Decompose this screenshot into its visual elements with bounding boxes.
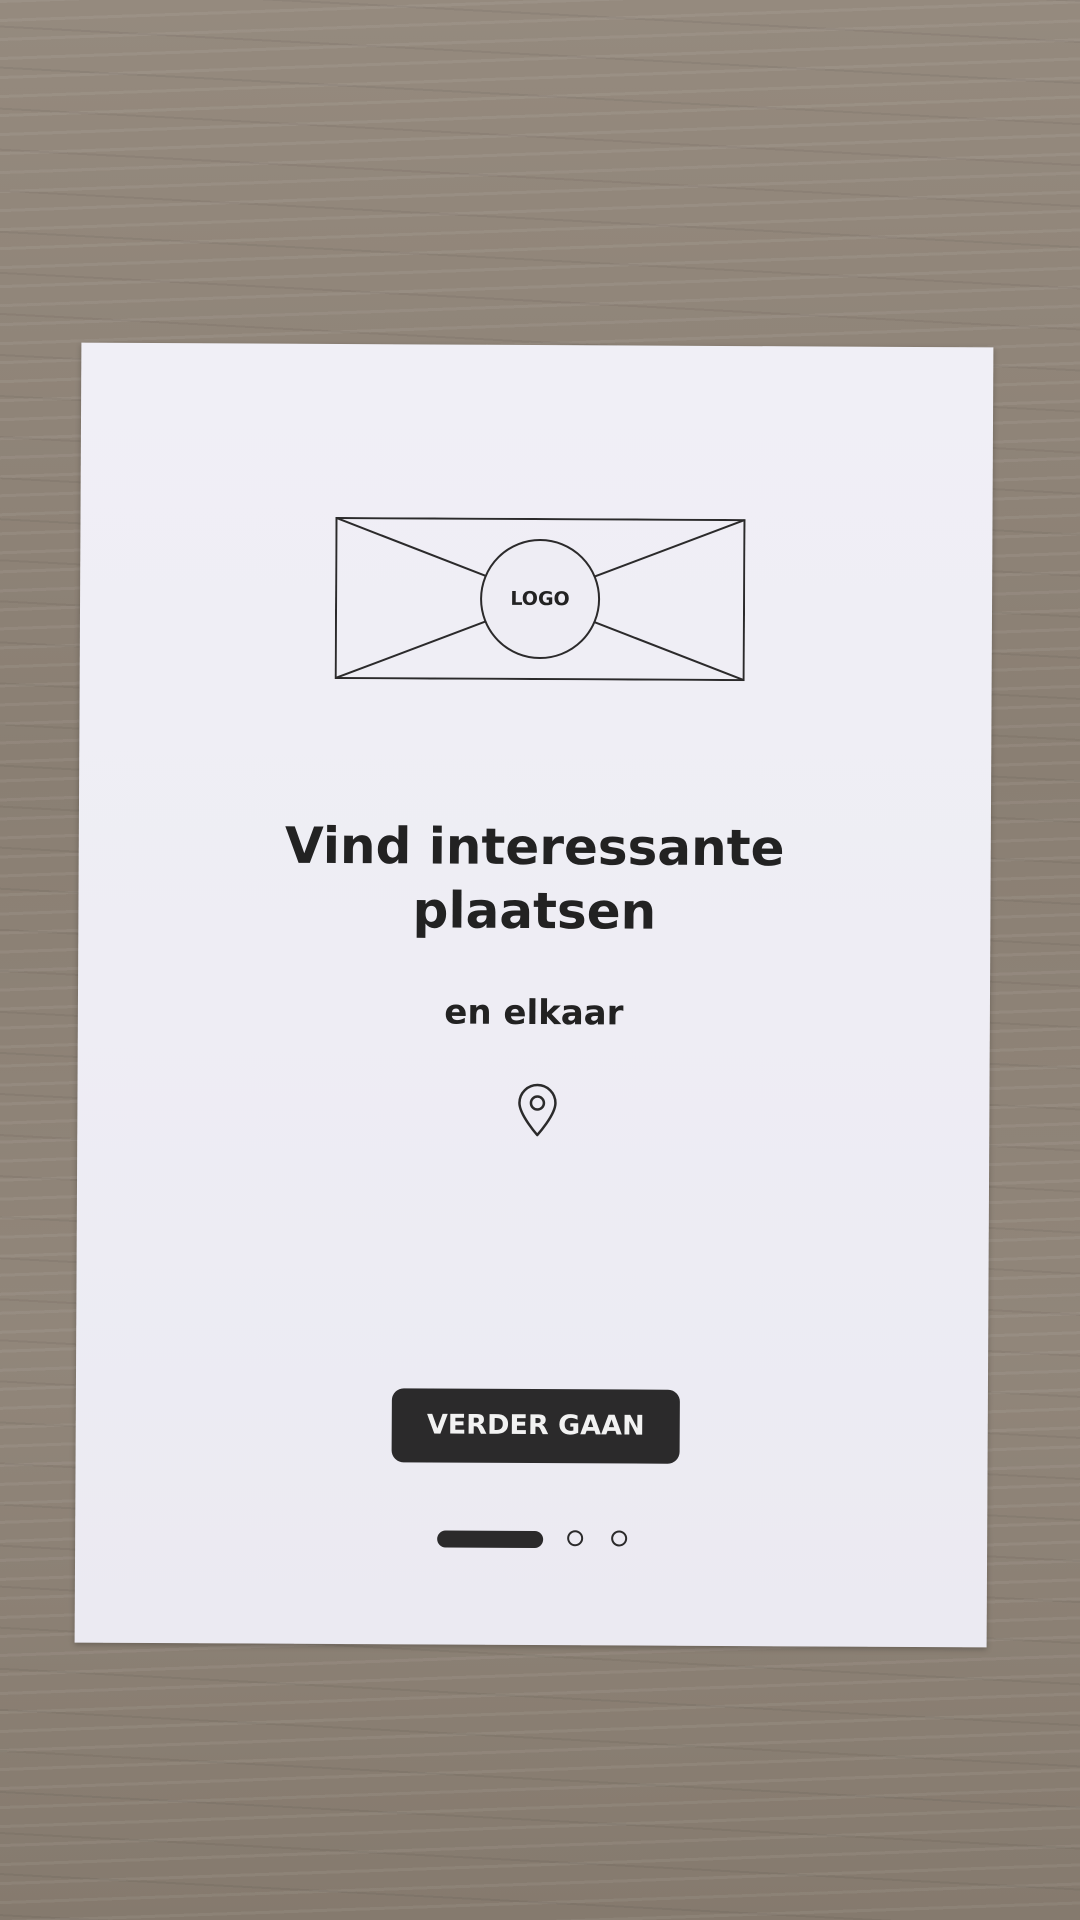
headline-line-2: plaatsen [412,881,657,941]
page-title: Vind interessante plaatsen [178,813,891,945]
logo-placeholder: LOGO [334,516,746,682]
headline-line-1: Vind interessante [284,816,785,878]
page-subtitle: en elkaar [444,992,624,1034]
page-indicator-dot-2[interactable] [567,1530,584,1547]
location-pin-icon [515,1083,559,1137]
page-indicator-dot-3[interactable] [611,1530,628,1547]
page-indicator [437,1528,637,1553]
continue-button[interactable]: VERDER GAAN [391,1388,680,1464]
logo-label: LOGO [510,587,570,611]
wireframe-paper-sheet: LOGO Vind interessante plaatsen en elkaa… [74,342,994,1648]
page-indicator-active[interactable] [437,1530,544,1549]
